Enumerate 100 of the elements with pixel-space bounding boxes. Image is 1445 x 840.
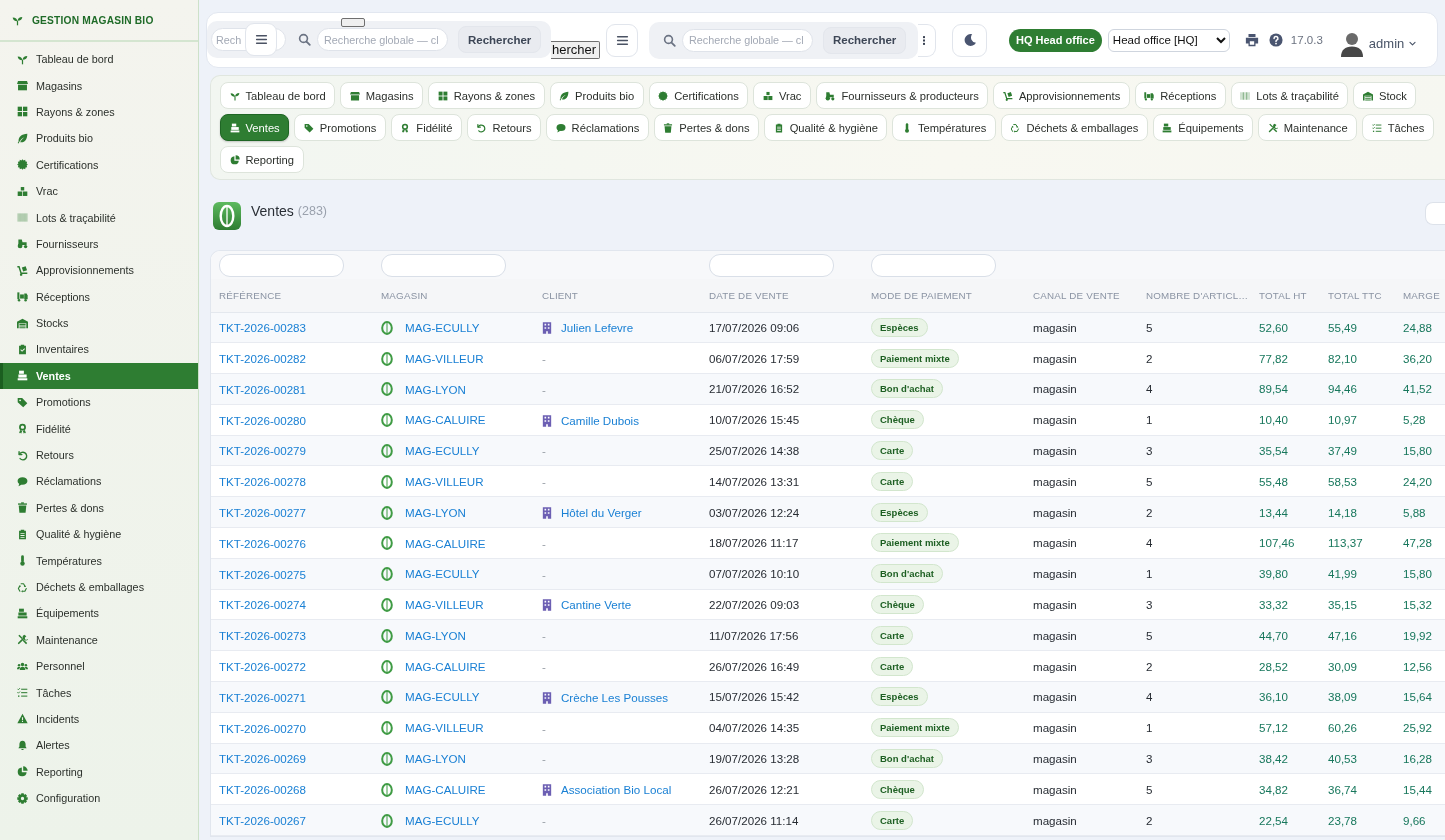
menu-button[interactable] xyxy=(606,23,638,57)
sidebar-item[interactable]: Réceptions xyxy=(0,283,198,310)
sidebar-item[interactable]: Retours xyxy=(0,441,198,469)
sidebar-item[interactable]: Températures xyxy=(0,547,198,574)
store-link[interactable]: MAG-CALUIRE xyxy=(405,783,486,797)
store-link[interactable]: MAG-ECULLY xyxy=(405,690,480,704)
store-link[interactable]: MAG-ECULLY xyxy=(405,321,480,335)
module-tab[interactable]: Qualité & hygiène xyxy=(764,114,888,141)
sidebar-item[interactable]: Fidélité xyxy=(0,415,198,442)
store-link[interactable]: MAG-CALUIRE xyxy=(405,660,486,674)
client-link[interactable]: Hôtel du Verger xyxy=(561,506,642,520)
reference-link[interactable]: TKT-2026-00272 xyxy=(219,660,306,674)
sidebar-item[interactable]: Promotions xyxy=(0,389,198,416)
store-link[interactable]: MAG-CALUIRE xyxy=(405,536,486,550)
module-tab[interactable]: Lots & traçabilité xyxy=(1230,82,1349,109)
module-tab[interactable]: Vrac xyxy=(753,82,811,109)
module-tab[interactable]: Maintenance xyxy=(1258,114,1358,141)
reference-link[interactable]: TKT-2026-00267 xyxy=(219,814,306,828)
store-link[interactable]: MAG-ECULLY xyxy=(405,444,480,458)
sidebar-item[interactable]: Vrac xyxy=(0,177,198,205)
site-select[interactable]: Head office [HQ] xyxy=(1107,28,1230,52)
module-tab[interactable]: Équipements xyxy=(1152,114,1254,141)
sidebar-item[interactable]: Rayons & zones xyxy=(0,98,198,126)
sidebar-item[interactable]: Alertes xyxy=(0,732,198,759)
module-tab[interactable]: Tableau de bord xyxy=(220,82,336,109)
client-link[interactable]: Camille Dubois xyxy=(561,414,639,427)
client-link[interactable]: Cantine Verte xyxy=(561,598,632,612)
module-tab[interactable]: Approvisionnements xyxy=(993,82,1130,109)
store-link[interactable]: MAG-LYON xyxy=(405,506,466,520)
reference-link[interactable]: TKT-2026-00271 xyxy=(219,691,306,705)
module-tab[interactable]: Magasins xyxy=(340,82,424,109)
sidebar-item[interactable]: Reporting xyxy=(0,758,198,785)
reference-link[interactable]: TKT-2026-00277 xyxy=(219,506,306,520)
filter-field[interactable] xyxy=(381,253,506,277)
more-button[interactable] xyxy=(918,23,936,57)
module-tab[interactable]: Rayons & zones xyxy=(428,82,545,109)
store-link[interactable]: MAG-LYON xyxy=(405,382,466,396)
module-tab[interactable]: Réceptions xyxy=(1134,82,1226,109)
reference-link[interactable]: TKT-2026-00275 xyxy=(219,568,306,581)
sidebar-item[interactable]: Produits bio xyxy=(0,125,198,152)
store-link[interactable]: MAG-ECULLY xyxy=(405,814,480,828)
client-link[interactable]: Association Bio Local xyxy=(561,783,672,797)
sidebar-item[interactable]: Maintenance xyxy=(0,626,198,653)
sidebar-item[interactable]: Configuration xyxy=(0,784,198,812)
module-tab[interactable]: Fidélité xyxy=(390,114,462,141)
module-tab[interactable]: Stock xyxy=(1353,82,1417,109)
sidebar-item[interactable]: Stocks xyxy=(0,309,198,337)
filter-field[interactable] xyxy=(709,253,834,277)
sidebar-item[interactable]: Incidents xyxy=(0,705,198,733)
search-field[interactable]: Recherche globale — cl xyxy=(682,28,813,52)
reference-link[interactable]: TKT-2026-00282 xyxy=(219,352,306,366)
module-tab[interactable]: Retours xyxy=(466,114,542,141)
module-tab[interactable]: Promotions xyxy=(294,114,386,141)
module-tab[interactable]: Ventes xyxy=(220,114,290,141)
module-tab[interactable]: Températures xyxy=(892,114,996,141)
store-link[interactable]: MAG-LYON xyxy=(405,752,466,766)
reference-link[interactable]: TKT-2026-00279 xyxy=(219,444,306,458)
client-link[interactable]: Crèche Les Pousses xyxy=(561,691,668,705)
search-field[interactable]: Recherche globale — cl xyxy=(317,28,448,51)
filter-field[interactable] xyxy=(219,253,344,277)
reference-link[interactable]: TKT-2026-00283 xyxy=(219,321,306,335)
module-tab[interactable]: Reporting xyxy=(220,146,304,173)
sidebar-item[interactable]: Tableau de bord xyxy=(0,46,198,73)
search-button[interactable]: Rechercher xyxy=(458,26,542,53)
reference-link[interactable]: TKT-2026-00280 xyxy=(219,414,306,427)
reference-link[interactable]: TKT-2026-00269 xyxy=(219,752,306,766)
module-tab[interactable]: Pertes & dons xyxy=(653,114,760,141)
sidebar-item[interactable]: Réclamations xyxy=(0,468,198,495)
sidebar-item[interactable]: Fournisseurs xyxy=(0,230,198,258)
reference-link[interactable]: TKT-2026-00273 xyxy=(219,629,306,643)
sidebar-item[interactable]: Équipements xyxy=(0,600,198,627)
filter-field[interactable] xyxy=(871,253,996,277)
reference-link[interactable]: TKT-2026-00278 xyxy=(219,475,306,489)
menu-button[interactable] xyxy=(245,23,277,56)
reference-link[interactable]: TKT-2026-00274 xyxy=(219,598,306,612)
reference-link[interactable]: TKT-2026-00281 xyxy=(219,383,306,397)
module-tab[interactable]: Tâches xyxy=(1362,114,1434,141)
module-tab[interactable]: Déchets & emballages xyxy=(1000,114,1148,141)
reference-link[interactable]: TKT-2026-00276 xyxy=(219,537,306,551)
module-tab[interactable]: Certifications xyxy=(648,82,749,109)
store-link[interactable]: MAG-ECULLY xyxy=(405,567,480,581)
sidebar-item[interactable]: Personnel xyxy=(0,653,198,680)
module-tab[interactable]: Fournisseurs & producteurs xyxy=(815,82,989,109)
sidebar-item[interactable]: Pertes & dons xyxy=(0,494,198,522)
theme-toggle-button[interactable] xyxy=(952,23,987,57)
store-link[interactable]: MAG-VILLEUR xyxy=(405,721,484,735)
store-link[interactable]: MAG-VILLEUR xyxy=(405,475,484,489)
client-link[interactable]: Julien Lefevre xyxy=(561,321,634,335)
sidebar-item[interactable]: Inventaires xyxy=(0,336,198,363)
sidebar-item[interactable]: Tâches xyxy=(0,679,198,706)
search-button[interactable]: hercher xyxy=(551,41,601,59)
store-link[interactable]: MAG-CALUIRE xyxy=(405,413,486,427)
help-icon[interactable] xyxy=(1268,33,1283,47)
sidebar-item[interactable]: Approvisionnements xyxy=(0,257,198,284)
module-tab[interactable]: Réclamations xyxy=(546,114,649,141)
sidebar-item[interactable]: Qualité & hygiène xyxy=(0,521,198,548)
reference-link[interactable]: TKT-2026-00268 xyxy=(219,783,306,797)
user-menu-button[interactable]: admin xyxy=(1368,35,1418,51)
module-tab[interactable]: Produits bio xyxy=(549,82,644,109)
search-button[interactable]: Rechercher xyxy=(823,26,907,54)
